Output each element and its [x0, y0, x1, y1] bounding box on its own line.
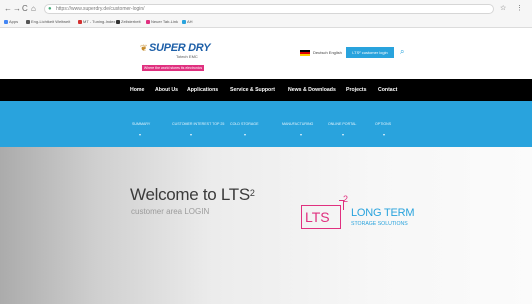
bookmark-item[interactable]: AH — [182, 18, 193, 26]
logo-subtitle: Totech EMC — [176, 54, 198, 59]
logo-tagline: Where the world stores its electronics — [142, 65, 204, 71]
bookmark-icon — [26, 19, 30, 24]
leaf-icon: ❦ — [140, 43, 148, 53]
reload-icon[interactable]: C — [22, 4, 28, 14]
subnav-item[interactable]: Manufacturing — [282, 122, 313, 127]
logo-title: SUPER DRY — [149, 42, 211, 54]
nav-item-service-support[interactable]: Service & Support — [230, 79, 275, 101]
chevron-down-icon: ▾ — [244, 132, 247, 137]
chevron-down-icon: ▾ — [190, 132, 193, 137]
back-icon[interactable]: ← — [4, 4, 12, 14]
german-flag-icon[interactable] — [300, 50, 310, 56]
browser-toolbar: ← → C ⌂ ● https://www.superdry.de/custom… — [0, 0, 532, 28]
hero-title: Welcome to LTS2 — [130, 185, 255, 205]
subnav-item[interactable]: Summary — [132, 122, 150, 127]
bookmark-item[interactable]: Neuer Tab-Link — [146, 18, 178, 26]
bookmark-item[interactable]: Zellsterbeit — [116, 18, 141, 26]
hero-title-superscript: 2 — [249, 188, 255, 198]
lts-logo-text: LTS — [305, 209, 330, 225]
home-icon[interactable]: ⌂ — [31, 4, 36, 14]
browser-menu-icon[interactable]: ⋮ — [516, 4, 523, 14]
search-icon[interactable]: ⌕ — [400, 46, 404, 58]
lts-logo-line1: LONG TERM — [351, 207, 415, 219]
main-navigation: Home About Us Applications Service & Sup… — [0, 79, 532, 101]
bookmark-icon — [4, 19, 8, 24]
bookmark-icon — [116, 19, 120, 24]
lts-logo-superscript: 2 — [343, 194, 349, 204]
chevron-down-icon: ▾ — [300, 132, 303, 137]
bookmark-item[interactable]: Apps — [4, 18, 18, 26]
bookmark-icon — [78, 19, 82, 24]
bookmark-item[interactable]: Eng-Lichtkeit Weltweit — [26, 18, 70, 26]
bookmark-star-icon[interactable]: ☆ — [500, 4, 506, 14]
nav-item-projects[interactable]: Projects — [346, 79, 366, 101]
nav-item-news-downloads[interactable]: News & Downloads — [288, 79, 336, 101]
hero-subtitle: customer area LOGIN — [131, 207, 210, 216]
bookmarks-bar: Apps Eng-Lichtkeit Weltweit MT - Tuning-… — [4, 18, 524, 27]
lts-logo-line2: STORAGE SOLUTIONS — [351, 221, 408, 227]
lock-icon: ● — [48, 6, 52, 12]
bookmark-icon — [146, 19, 150, 24]
chevron-down-icon: ▾ — [383, 132, 386, 137]
hero-title-text: Welcome to LTS — [130, 185, 250, 204]
superdry-logo[interactable]: ❦ SUPER DRY Totech EMC Where the world s… — [140, 40, 211, 76]
nav-item-contact[interactable]: Contact — [378, 79, 397, 101]
forward-icon[interactable]: → — [13, 4, 21, 14]
subnav-item[interactable]: Options — [375, 122, 391, 127]
nav-item-home[interactable]: Home — [130, 79, 144, 101]
nav-item-applications[interactable]: Applications — [187, 79, 218, 101]
chevron-down-icon: ▾ — [139, 132, 142, 137]
nav-item-about-us[interactable]: About Us — [155, 79, 178, 101]
bookmark-item[interactable]: MT - Tuning-Index — [78, 18, 115, 26]
lts-logo: LTS 2 LONG TERM STORAGE SOLUTIONS — [301, 194, 441, 238]
customer-login-button[interactable]: LTS² customer login — [346, 47, 394, 58]
bookmark-icon — [182, 19, 186, 24]
lts-logo-box: LTS — [301, 205, 341, 229]
subnav-item[interactable]: Online Portal — [328, 122, 356, 127]
chevron-down-icon: ▾ — [342, 132, 345, 137]
sub-navigation: Summary ▾ Customer Interest Top 25 ▾ Col… — [0, 101, 532, 147]
language-switch[interactable]: Deutsch English — [313, 49, 342, 57]
address-bar-url: https://www.superdry.de/customer-login/ — [56, 6, 145, 12]
subnav-item[interactable]: Cold Storage — [230, 122, 259, 127]
hero-banner — [0, 147, 532, 304]
address-bar[interactable]: ● https://www.superdry.de/customer-login… — [44, 4, 494, 14]
subnav-item[interactable]: Customer Interest Top 25 — [172, 122, 224, 127]
